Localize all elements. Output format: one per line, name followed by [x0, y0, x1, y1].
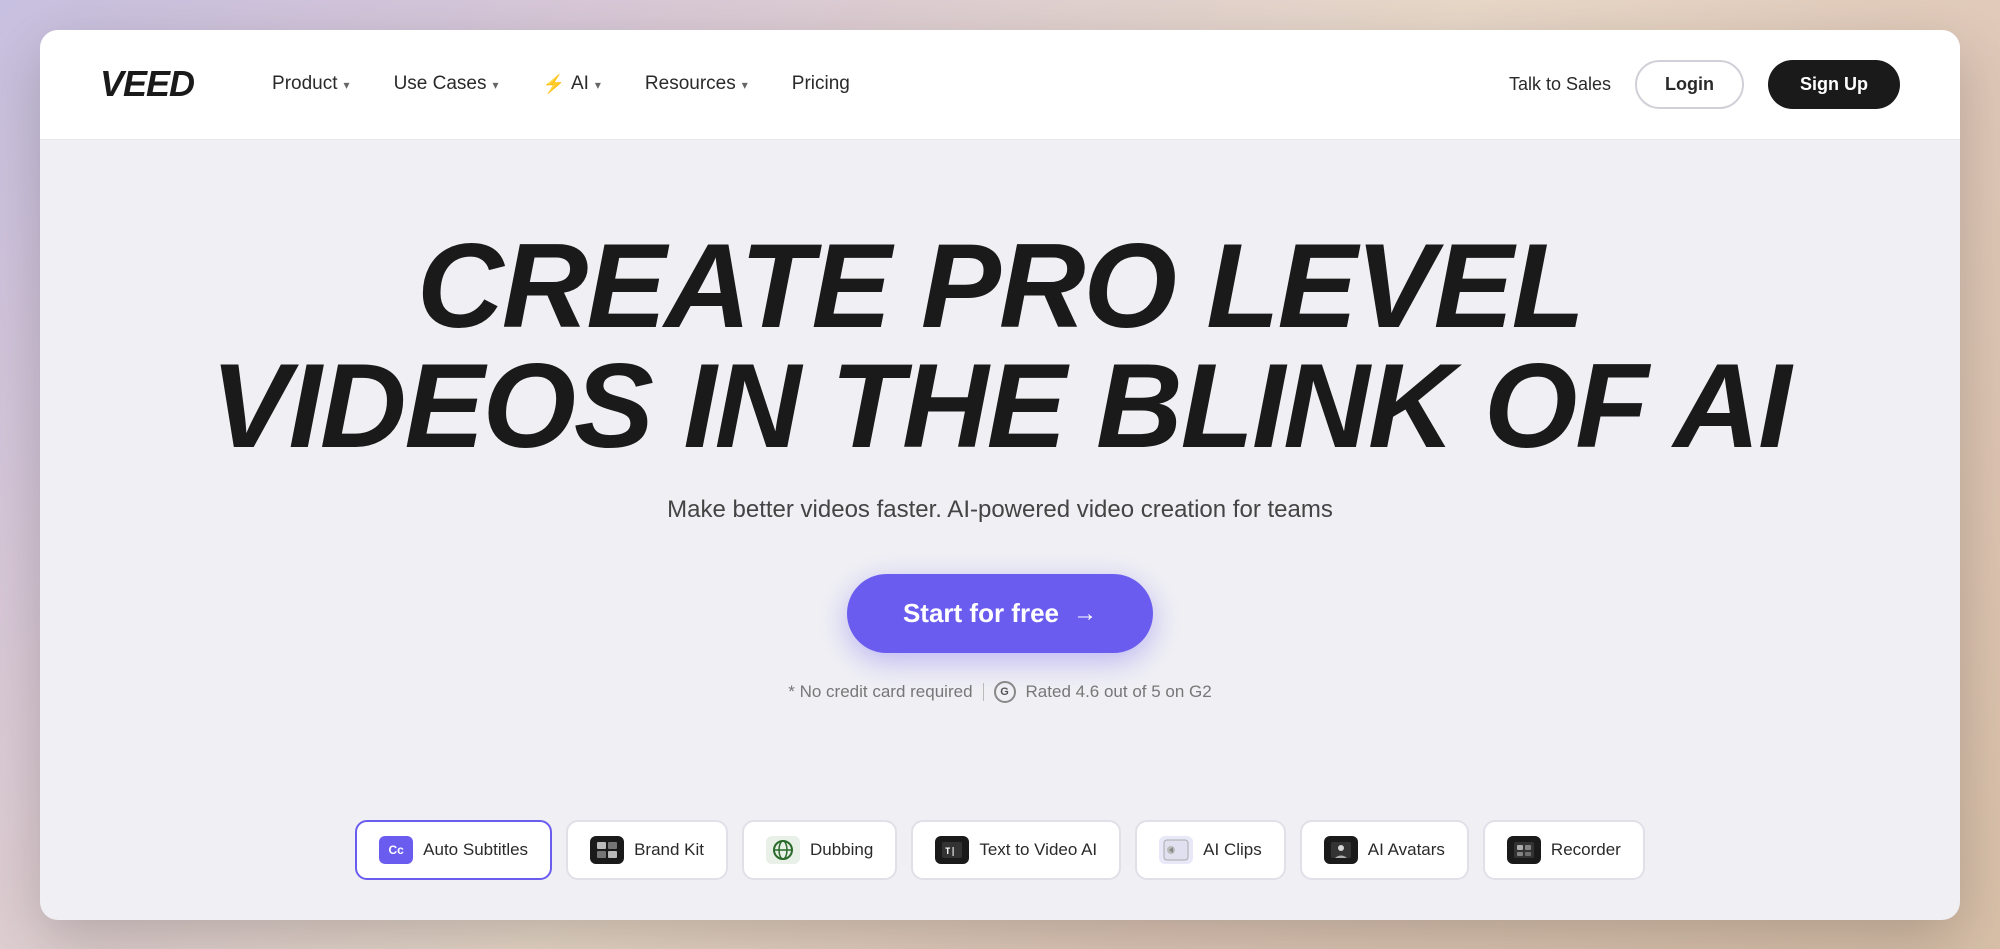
pill-dubbing-label: Dubbing [810, 840, 873, 860]
recorder-icon [1507, 836, 1541, 864]
talk-to-sales-link[interactable]: Talk to Sales [1509, 74, 1611, 95]
pill-brand-kit[interactable]: Brand Kit [566, 820, 728, 880]
svg-text:T|: T| [945, 847, 956, 857]
login-button[interactable]: Login [1635, 60, 1744, 109]
feature-pills: Cc Auto Subtitles Brand Kit [40, 820, 1960, 920]
nav-right: Talk to Sales Login Sign Up [1509, 60, 1900, 109]
brand-kit-icon [590, 836, 624, 864]
pill-ai-avatars[interactable]: AI Avatars [1300, 820, 1469, 880]
hero-section: CREATE PRO LEVEL VIDEOS IN THE BLINK OF … [40, 140, 1960, 820]
logo-text: VEED [100, 63, 194, 105]
pill-ai-avatars-label: AI Avatars [1368, 840, 1445, 860]
pill-ai-clips-label: AI Clips [1203, 840, 1262, 860]
g2-icon: G [994, 681, 1016, 703]
logo[interactable]: VEED [100, 63, 194, 105]
ai-avatars-icon [1324, 836, 1358, 864]
start-for-free-button[interactable]: Start for free → [847, 574, 1153, 653]
nav-ai[interactable]: ⚡ AI ▾ [525, 63, 619, 105]
pill-ai-clips[interactable]: AI Clips [1135, 820, 1286, 880]
pill-recorder[interactable]: Recorder [1483, 820, 1645, 880]
text-to-video-icon: T| [935, 836, 969, 864]
product-chevron-icon: ▾ [344, 78, 350, 92]
use-cases-chevron-icon: ▾ [492, 78, 498, 92]
divider [983, 683, 984, 701]
pill-text-to-video[interactable]: T| Text to Video AI [911, 820, 1121, 880]
navbar: VEED Product ▾ Use Cases ▾ ⚡ AI ▾ Resour… [40, 30, 1960, 140]
browser-window: VEED Product ▾ Use Cases ▾ ⚡ AI ▾ Resour… [40, 30, 1960, 920]
no-credit-card-text: * No credit card required [788, 682, 972, 702]
nav-links: Product ▾ Use Cases ▾ ⚡ AI ▾ Resources ▾… [254, 63, 1509, 105]
cc-icon: Cc [379, 836, 413, 864]
hero-subtitle: Make better videos faster. AI-powered vi… [667, 496, 1333, 524]
pill-dubbing[interactable]: Dubbing [742, 820, 897, 880]
ai-clips-icon [1159, 836, 1193, 864]
dubbing-icon [766, 836, 800, 864]
pill-auto-subtitles[interactable]: Cc Auto Subtitles [355, 820, 552, 880]
nav-product[interactable]: Product ▾ [254, 63, 368, 105]
nav-pricing[interactable]: Pricing [774, 63, 868, 105]
lightning-icon: ⚡ [543, 74, 565, 95]
signup-button[interactable]: Sign Up [1768, 60, 1900, 109]
nav-resources[interactable]: Resources ▾ [627, 63, 766, 105]
rating-text: Rated 4.6 out of 5 on G2 [1026, 682, 1212, 702]
pill-auto-subtitles-label: Auto Subtitles [423, 840, 528, 860]
pill-text-to-video-label: Text to Video AI [979, 840, 1097, 860]
nav-use-cases[interactable]: Use Cases ▾ [376, 63, 517, 105]
rating-bar: * No credit card required G Rated 4.6 ou… [788, 681, 1211, 703]
resources-chevron-icon: ▾ [742, 78, 748, 92]
hero-title: CREATE PRO LEVEL VIDEOS IN THE BLINK OF … [211, 226, 1790, 466]
ai-chevron-icon: ▾ [595, 78, 601, 92]
arrow-right-icon: → [1073, 600, 1097, 628]
pill-brand-kit-label: Brand Kit [634, 840, 704, 860]
pill-recorder-label: Recorder [1551, 840, 1621, 860]
